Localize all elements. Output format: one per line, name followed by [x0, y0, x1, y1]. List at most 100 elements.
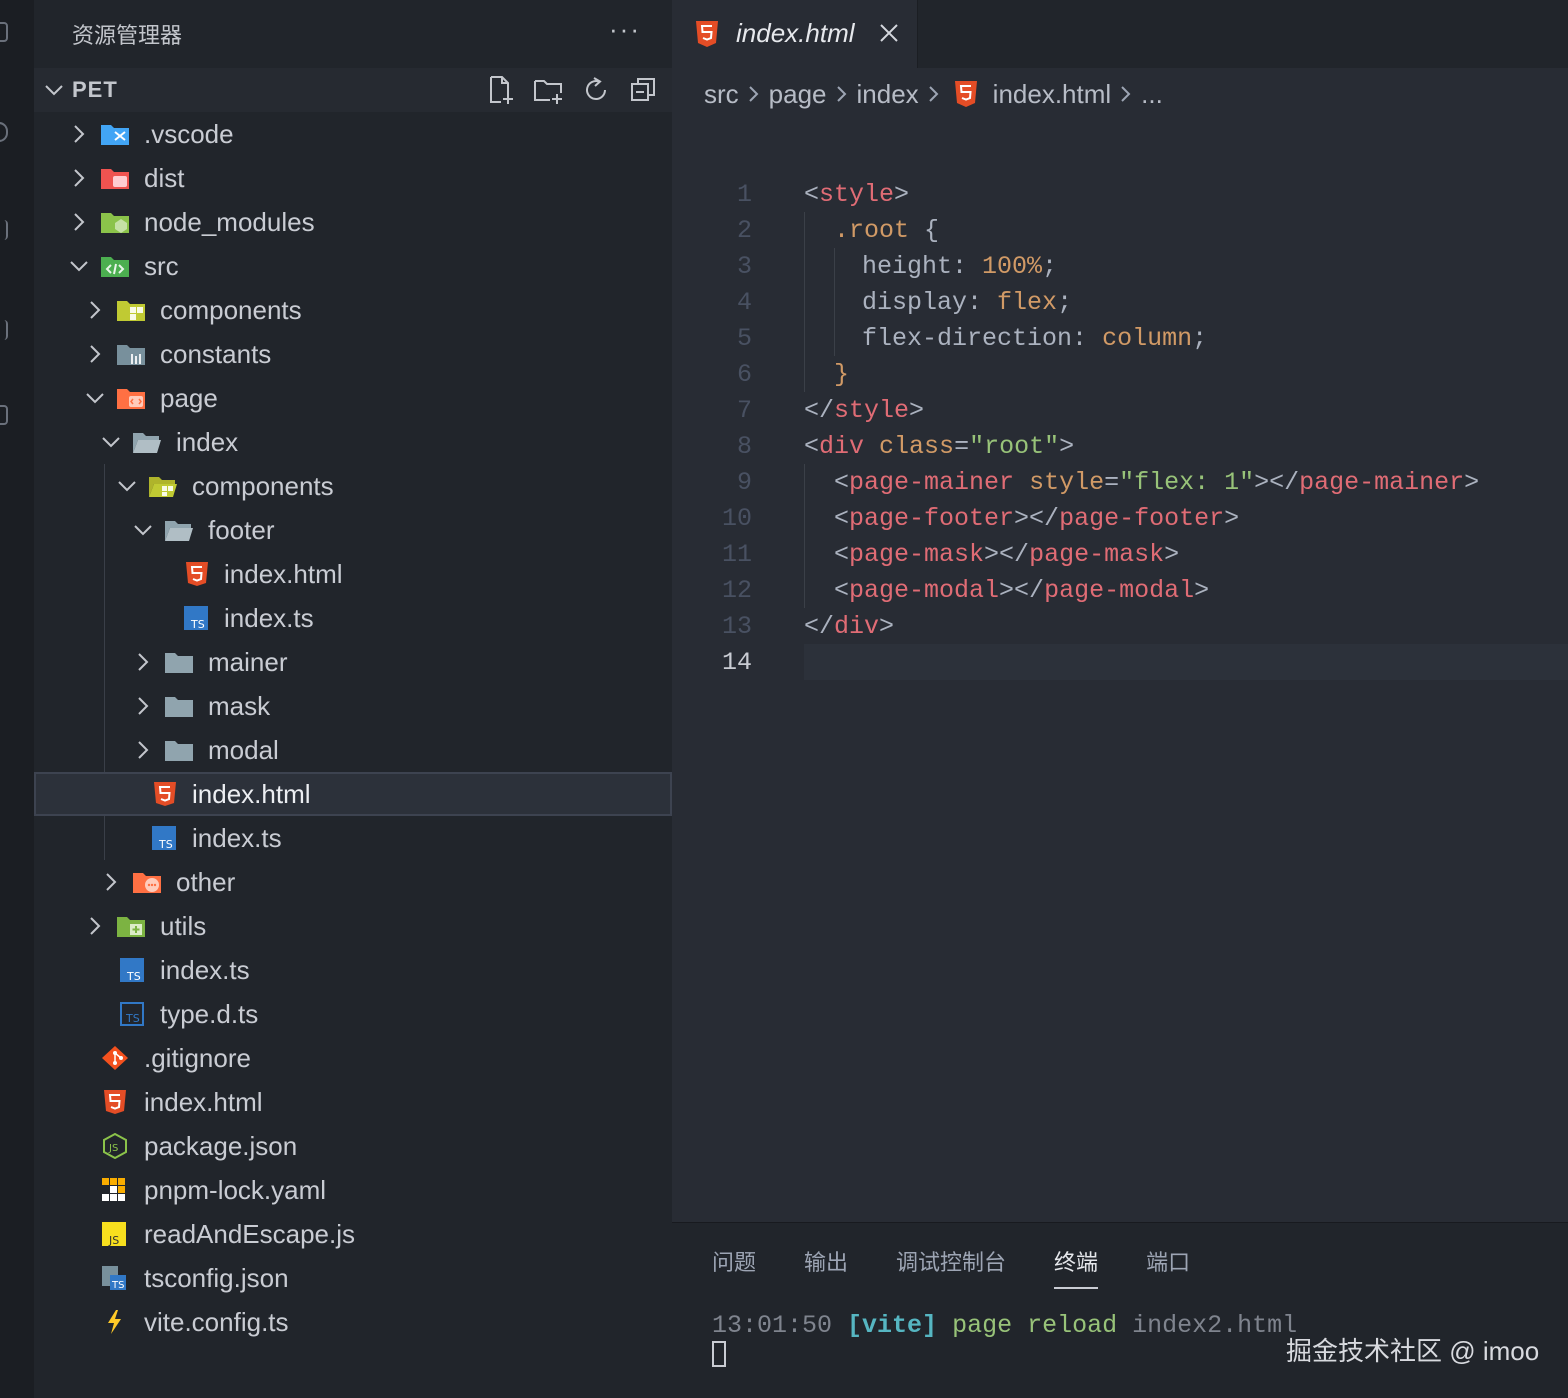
code-token: </ [804, 612, 835, 641]
html-file-icon [696, 21, 718, 47]
extensions-icon[interactable] [0, 405, 8, 425]
breadcrumb-item[interactable]: ... [1141, 79, 1163, 110]
explorer-header: 资源管理器 ··· [34, 0, 672, 68]
tree-item-pnpm-lock[interactable]: pnpm-lock.yaml [34, 1168, 672, 1212]
chevron-right-icon [1121, 86, 1131, 102]
terminal-tag: [vite] [847, 1311, 938, 1340]
tab-ports[interactable]: 端口 [1146, 1245, 1190, 1289]
refresh-icon[interactable] [580, 74, 612, 106]
code-token: page-mask [1029, 540, 1165, 569]
tab-label: index.html [736, 18, 855, 48]
tree-item-mainer[interactable]: mainer [34, 640, 672, 684]
tree-item-index-html-selected[interactable]: index.html [34, 772, 672, 816]
code-line: 11 <page-mask></page-mask> [672, 536, 1568, 572]
new-folder-icon[interactable] [532, 74, 564, 106]
tab-output[interactable]: 输出 [804, 1245, 848, 1289]
more-actions-button[interactable]: ··· [609, 14, 641, 45]
tree-item-type-d-ts[interactable]: TS type.d.ts [34, 992, 672, 1036]
dist-folder-icon [101, 169, 129, 189]
code-token: } [834, 360, 850, 389]
tree-item-label: other [176, 867, 236, 897]
vscode-folder-icon [101, 125, 129, 145]
code-token: flex-direction [862, 324, 1073, 353]
tree-item-label: index.html [224, 559, 343, 589]
tree-item-package-json[interactable]: JS package.json [34, 1124, 672, 1168]
pnpm-icon [102, 1178, 125, 1201]
tree-item-gitignore[interactable]: .gitignore [34, 1036, 672, 1080]
code-text: <page-mask></page-mask> [834, 540, 1179, 569]
code-token: > [1464, 468, 1480, 497]
chevron-right-icon [90, 301, 101, 319]
tree-item-src[interactable]: src [34, 244, 672, 288]
code-line: 7 </style> [672, 392, 1568, 428]
code-text: </style> [804, 396, 924, 425]
tree-item-readandescape-js[interactable]: JS readAndEscape.js [34, 1212, 672, 1256]
code-token: > [909, 396, 925, 425]
tree-item-label: modal [208, 735, 279, 765]
tree-item-label: tsconfig.json [144, 1263, 289, 1293]
tree-item-footer-index-html[interactable]: index.html [34, 552, 672, 596]
search-icon[interactable] [0, 122, 8, 142]
breadcrumb-item[interactable]: index [857, 79, 919, 110]
breadcrumb-item[interactable]: src [704, 79, 739, 110]
tree-item-utils[interactable]: utils [34, 904, 672, 948]
tree-item-components-open[interactable]: components [34, 464, 672, 508]
chevron-down-icon [86, 393, 104, 404]
code-token: ; [1042, 252, 1058, 281]
tree-item-footer-index-ts[interactable]: TS index.ts [34, 596, 672, 640]
tree-item-constants[interactable]: constants [34, 332, 672, 376]
tree-item-node-modules[interactable]: node_modules [34, 200, 672, 244]
folder-icon [165, 741, 193, 761]
code-token: { [909, 216, 940, 245]
chevron-right-icon [74, 125, 85, 143]
code-token: < [804, 180, 820, 209]
code-token: < [834, 504, 850, 533]
editor-area: index.html src page index index.html ...… [672, 0, 1568, 1222]
code-token: style [819, 180, 895, 209]
code-line: 5 flex-direction: column; [672, 320, 1568, 356]
code-text: display: flex; [862, 288, 1072, 317]
tree-item-index-folder[interactable]: index [34, 420, 672, 464]
code-token: flex [997, 288, 1058, 317]
tree-item-dist[interactable]: dist [34, 156, 672, 200]
run-debug-icon[interactable] [0, 320, 8, 340]
code-text: <page-footer></page-footer> [834, 504, 1239, 533]
tree-item-page[interactable]: page [34, 376, 672, 420]
tree-item-label: index.ts [192, 823, 282, 853]
folder-icon [165, 697, 193, 717]
tree-item-label: dist [144, 163, 185, 193]
breadcrumb-item[interactable]: index.html [993, 79, 1112, 110]
tab-problems[interactable]: 问题 [712, 1245, 756, 1289]
tree-item-root-index-html[interactable]: index.html [34, 1080, 672, 1124]
code-token: < [834, 576, 850, 605]
tree-item-other[interactable]: other [34, 860, 672, 904]
new-file-icon[interactable] [484, 74, 516, 106]
tree-item-src-index-ts[interactable]: TS index.ts [34, 948, 672, 992]
tree-item-vscode[interactable]: .vscode [34, 112, 672, 156]
code-line: 3 height: 100%; [672, 248, 1568, 284]
source-control-icon[interactable] [0, 220, 8, 240]
tree-item-footer[interactable]: footer [34, 508, 672, 552]
tree-item-vite-config[interactable]: vite.config.ts [34, 1300, 672, 1344]
tree-item-components[interactable]: components [34, 288, 672, 332]
tab-debug-console[interactable]: 调试控制台 [896, 1245, 1006, 1289]
tab-terminal[interactable]: 终端 [1054, 1245, 1099, 1289]
code-token: div [819, 432, 865, 461]
close-icon[interactable] [876, 20, 902, 46]
code-token: : [952, 252, 983, 281]
tree-item-mask[interactable]: mask [34, 684, 672, 728]
project-section-header[interactable]: PET [34, 68, 672, 112]
chevron-right-icon [106, 873, 117, 891]
collapse-all-icon[interactable] [628, 74, 660, 106]
explorer-icon[interactable] [0, 22, 8, 42]
tree-item-modal[interactable]: modal [34, 728, 672, 772]
breadcrumb-item[interactable]: page [769, 79, 827, 110]
tree-item-label: index.html [144, 1087, 263, 1117]
tree-item-index-ts[interactable]: TS index.ts [34, 816, 672, 860]
line-number: 12 [721, 576, 752, 605]
terminal-cursor[interactable] [712, 1341, 726, 1367]
tree-item-tsconfig[interactable]: TS tsconfig.json [34, 1256, 672, 1300]
tree-item-label: .vscode [144, 119, 234, 149]
ts-def-file-icon: TS [120, 1002, 144, 1026]
editor-tab-index-html[interactable]: index.html [672, 0, 918, 68]
